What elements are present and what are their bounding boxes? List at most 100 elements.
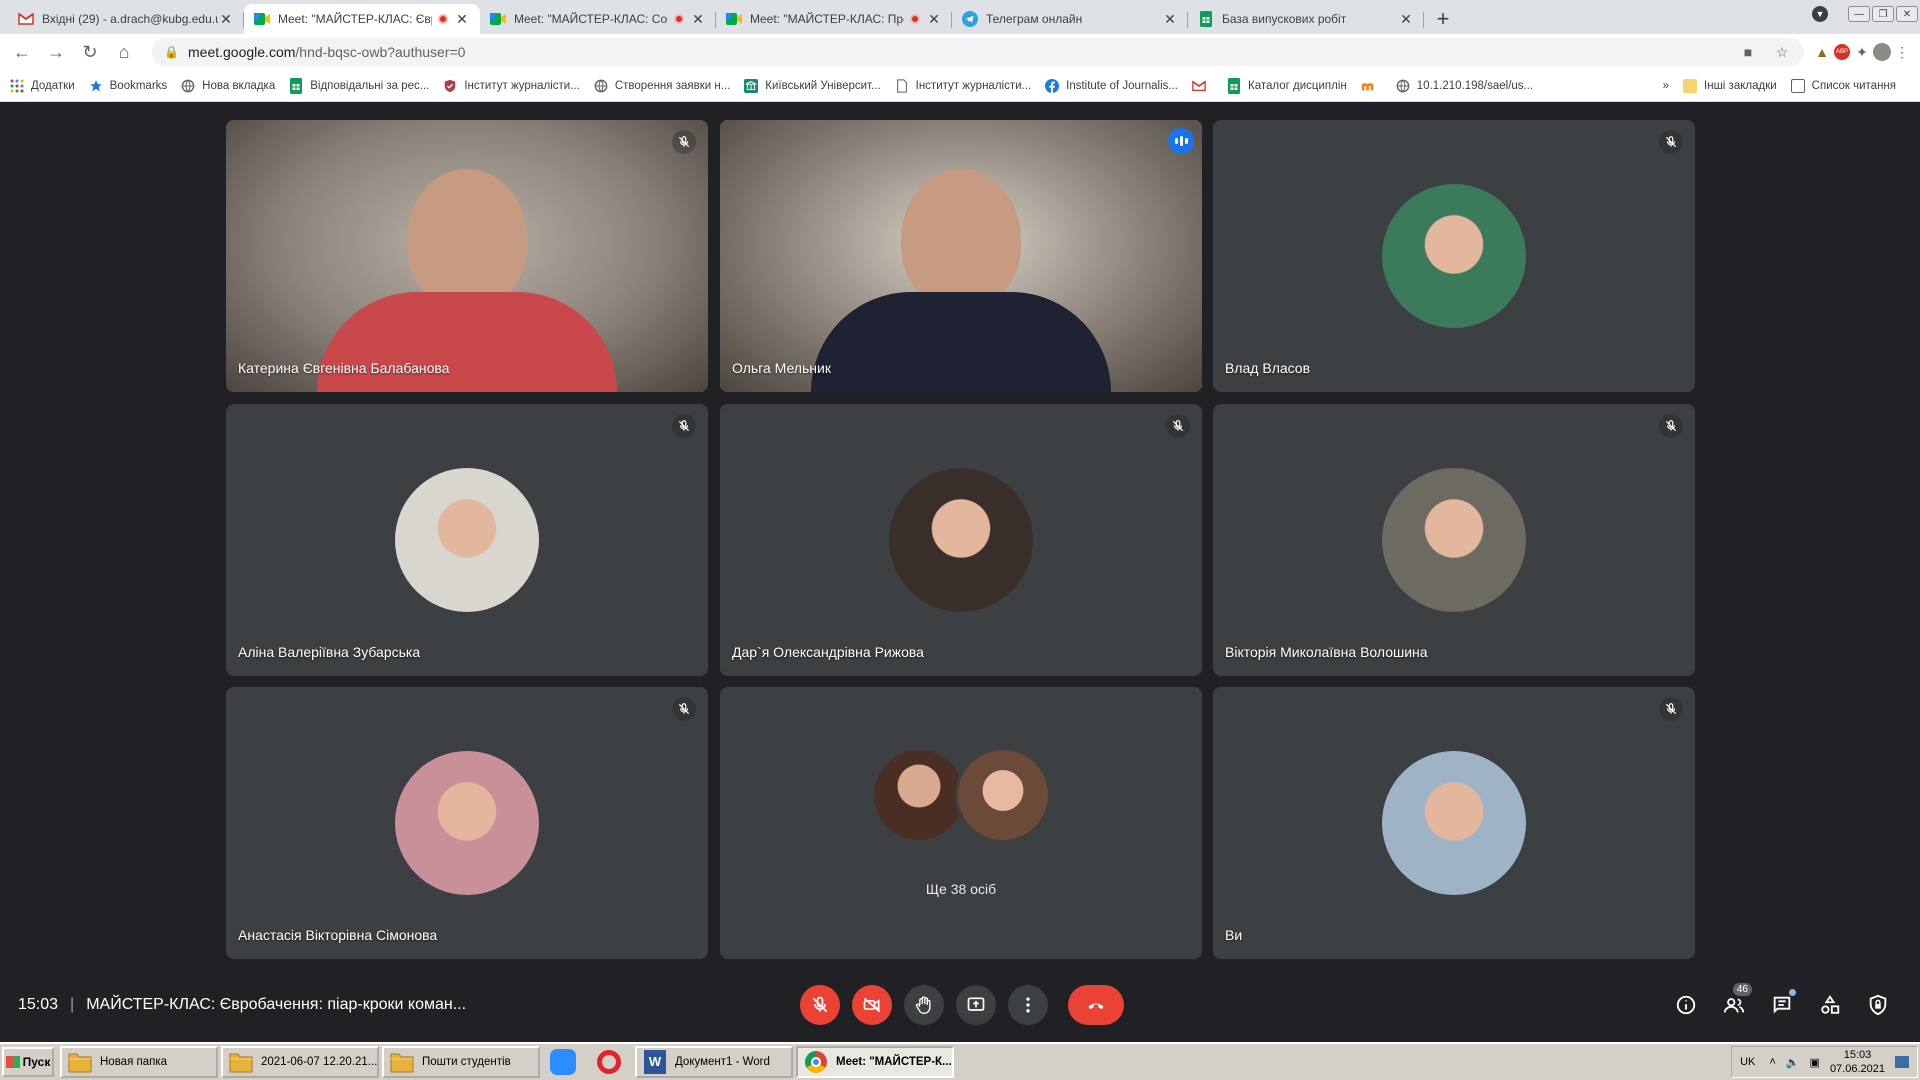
bookmark-item[interactable]: Інститут журналісти...	[895, 78, 1031, 93]
taskbar-chrome[interactable]: Meet: "МАЙСТЕР-К...	[796, 1046, 954, 1078]
close-tab-icon[interactable]: ✕	[454, 11, 470, 28]
close-window-button[interactable]: ✕	[1896, 6, 1918, 22]
participants-button[interactable]: 46	[1714, 983, 1754, 1025]
present-screen-button[interactable]	[956, 985, 996, 1025]
desktop-icon[interactable]	[1895, 1056, 1909, 1068]
host-controls-button[interactable]	[1858, 985, 1898, 1025]
browser-toolbar: ← → ↻ ⌂ 🔒 meet.google.com/hnd-bqsc-owb?a…	[0, 34, 1920, 70]
bookmark-star-icon[interactable]: ☆	[1772, 42, 1792, 62]
new-tab-button[interactable]: +	[1428, 4, 1458, 34]
extension-icon[interactable]: ▲	[1812, 42, 1832, 62]
taskbar-item-label: 2021-06-07 12.20.21...	[261, 1056, 378, 1068]
start-button[interactable]: Пуск	[2, 1047, 54, 1077]
bookmark-item[interactable]	[1361, 79, 1382, 93]
close-tab-icon[interactable]: ✕	[1398, 11, 1414, 28]
microphone-off-button[interactable]	[800, 985, 840, 1025]
camera-off-button[interactable]	[852, 985, 892, 1025]
other-bookmarks[interactable]: Інші закладки	[1683, 78, 1777, 93]
taskbar-word[interactable]: W Документ1 - Word	[635, 1046, 793, 1078]
chat-icon	[1773, 996, 1791, 1014]
participant-tile[interactable]: Катерина Євгенівна Балабанова	[226, 120, 708, 392]
adblock-icon[interactable]: ABP	[1832, 42, 1852, 62]
recording-indicator-icon	[438, 14, 448, 24]
participant-tile[interactable]: Дар`я Олександрівна Рижова	[720, 404, 1202, 676]
reload-icon[interactable]: ↻	[76, 38, 104, 66]
gmail-icon	[18, 11, 34, 27]
volume-icon[interactable]: 🔈	[1786, 1056, 1800, 1069]
close-tab-icon[interactable]: ✕	[218, 11, 234, 28]
tab-title: Meet: "МАЙСТЕР-КЛАС: Євроб	[278, 12, 432, 26]
recording-indicator-icon	[674, 14, 684, 24]
bookmark-item[interactable]: Додатки	[10, 79, 75, 93]
bookmark-item[interactable]	[1192, 79, 1213, 93]
browser-tab[interactable]: Телеграм онлайн ✕	[952, 4, 1188, 34]
bookmarks-overflow-button[interactable]: »	[1663, 80, 1669, 92]
home-icon[interactable]: ⌂	[110, 38, 138, 66]
bookmark-label: Bookmarks	[109, 79, 168, 92]
reading-list[interactable]: Список читання	[1790, 78, 1896, 93]
camera-in-use-icon[interactable]: ■	[1738, 42, 1758, 62]
bookmark-item[interactable]: Bookmarks	[89, 79, 168, 93]
leave-call-button[interactable]	[1068, 985, 1124, 1025]
sheets-icon	[1227, 77, 1241, 94]
browser-tab[interactable]: Вхідні (29) - a.drach@kubg.edu.ua ✕	[8, 4, 244, 34]
minimize-button[interactable]: —	[1848, 6, 1870, 22]
profile-avatar[interactable]	[1872, 42, 1892, 62]
bookmark-item[interactable]: Інститут журналісти...	[443, 79, 580, 93]
network-icon[interactable]: ▣	[1810, 1056, 1820, 1069]
bookmark-item[interactable]: Нова вкладка	[181, 79, 275, 93]
taskbar-item[interactable]: 2021-06-07 12.20.21...	[221, 1046, 379, 1078]
mic-muted-icon	[1166, 414, 1190, 438]
people-icon	[1723, 998, 1745, 1013]
puzzle-extensions-icon[interactable]: ✦	[1852, 42, 1872, 62]
bookmark-item[interactable]: Відповідальні за рес...	[289, 77, 429, 94]
bookmark-item[interactable]: Створення заявки н...	[594, 79, 730, 93]
browser-menu-icon[interactable]: ⋮	[1892, 42, 1912, 62]
mic-muted-icon	[1659, 130, 1683, 154]
back-icon[interactable]: ←	[8, 38, 36, 66]
forward-icon[interactable]: →	[42, 38, 70, 66]
more-participants-label: Ще 38 осіб	[925, 881, 997, 897]
sheets-icon	[1198, 11, 1214, 27]
chrome-icon	[802, 1049, 830, 1075]
browser-tab[interactable]: Meet: "МАЙСТЕР-КЛАС: Євроб ✕	[244, 4, 480, 34]
mic-muted-icon	[1659, 697, 1683, 721]
address-bar[interactable]: 🔒 meet.google.com/hnd-bqsc-owb?authuser=…	[152, 38, 1804, 66]
sheets-icon	[289, 77, 303, 94]
avatar	[1382, 751, 1526, 895]
participant-tile[interactable]: Анастасія Вікторівна Сімонова	[226, 687, 708, 959]
participant-tile[interactable]: Влад Власов	[1213, 120, 1695, 392]
opera-app-icon[interactable]	[589, 1046, 629, 1078]
close-tab-icon[interactable]: ✕	[926, 11, 942, 28]
restore-button[interactable]: ❐	[1872, 6, 1894, 22]
participant-tile[interactable]: Ви	[1213, 687, 1695, 959]
bookmark-item[interactable]: Каталог дисциплін	[1227, 77, 1347, 94]
meeting-details-button[interactable]	[1666, 985, 1706, 1025]
browser-tab[interactable]: Meet: "МАЙСТЕР-КЛАС: Проек ✕	[716, 4, 952, 34]
taskbar-item[interactable]: Новая папка	[60, 1046, 218, 1078]
bookmark-label: 10.1.210.198/sael/us...	[1416, 79, 1534, 92]
meeting-details: 15:03 | МАЙСТЕР-КЛАС: Євробачення: піар-…	[18, 996, 466, 1014]
browser-tab[interactable]: Meet: "МАЙСТЕР-КЛАС: Соціа ✕	[480, 4, 716, 34]
bookmark-item[interactable]: 10.1.210.198/sael/us...	[1396, 79, 1533, 93]
bookmark-item[interactable]: Institute of Journalis...	[1045, 78, 1178, 93]
chat-button[interactable]	[1762, 985, 1802, 1025]
tray-expand-icon[interactable]: ˄	[1769, 1056, 1775, 1068]
clock[interactable]: 15:03 07.06.2021	[1830, 1048, 1885, 1076]
raise-hand-button[interactable]	[904, 985, 944, 1025]
tab-search-icon[interactable]: ▼	[1812, 6, 1828, 22]
zoom-app-icon[interactable]	[543, 1046, 583, 1078]
meet-bottom-bar: 15:03 | МАЙСТЕР-КЛАС: Євробачення: піар-…	[0, 972, 1920, 1042]
close-tab-icon[interactable]: ✕	[1162, 11, 1178, 28]
participant-tile[interactable]: Аліна Валеріївна Зубарська	[226, 404, 708, 676]
browser-tab[interactable]: База випускових робіт ✕	[1188, 4, 1424, 34]
participant-tile[interactable]: Ольга Мельник	[720, 120, 1202, 392]
activities-button[interactable]	[1810, 985, 1850, 1025]
taskbar-item[interactable]: Пошти студентів	[382, 1046, 540, 1078]
bookmark-item[interactable]: Київський Університ...	[744, 78, 881, 93]
more-options-button[interactable]	[1008, 985, 1048, 1025]
participant-tile[interactable]: Вікторія Миколаївна Волошина	[1213, 404, 1695, 676]
close-tab-icon[interactable]: ✕	[690, 11, 706, 28]
language-indicator[interactable]: UK	[1740, 1056, 1755, 1068]
more-participants-tile[interactable]: Ще 38 осіб	[720, 687, 1202, 959]
